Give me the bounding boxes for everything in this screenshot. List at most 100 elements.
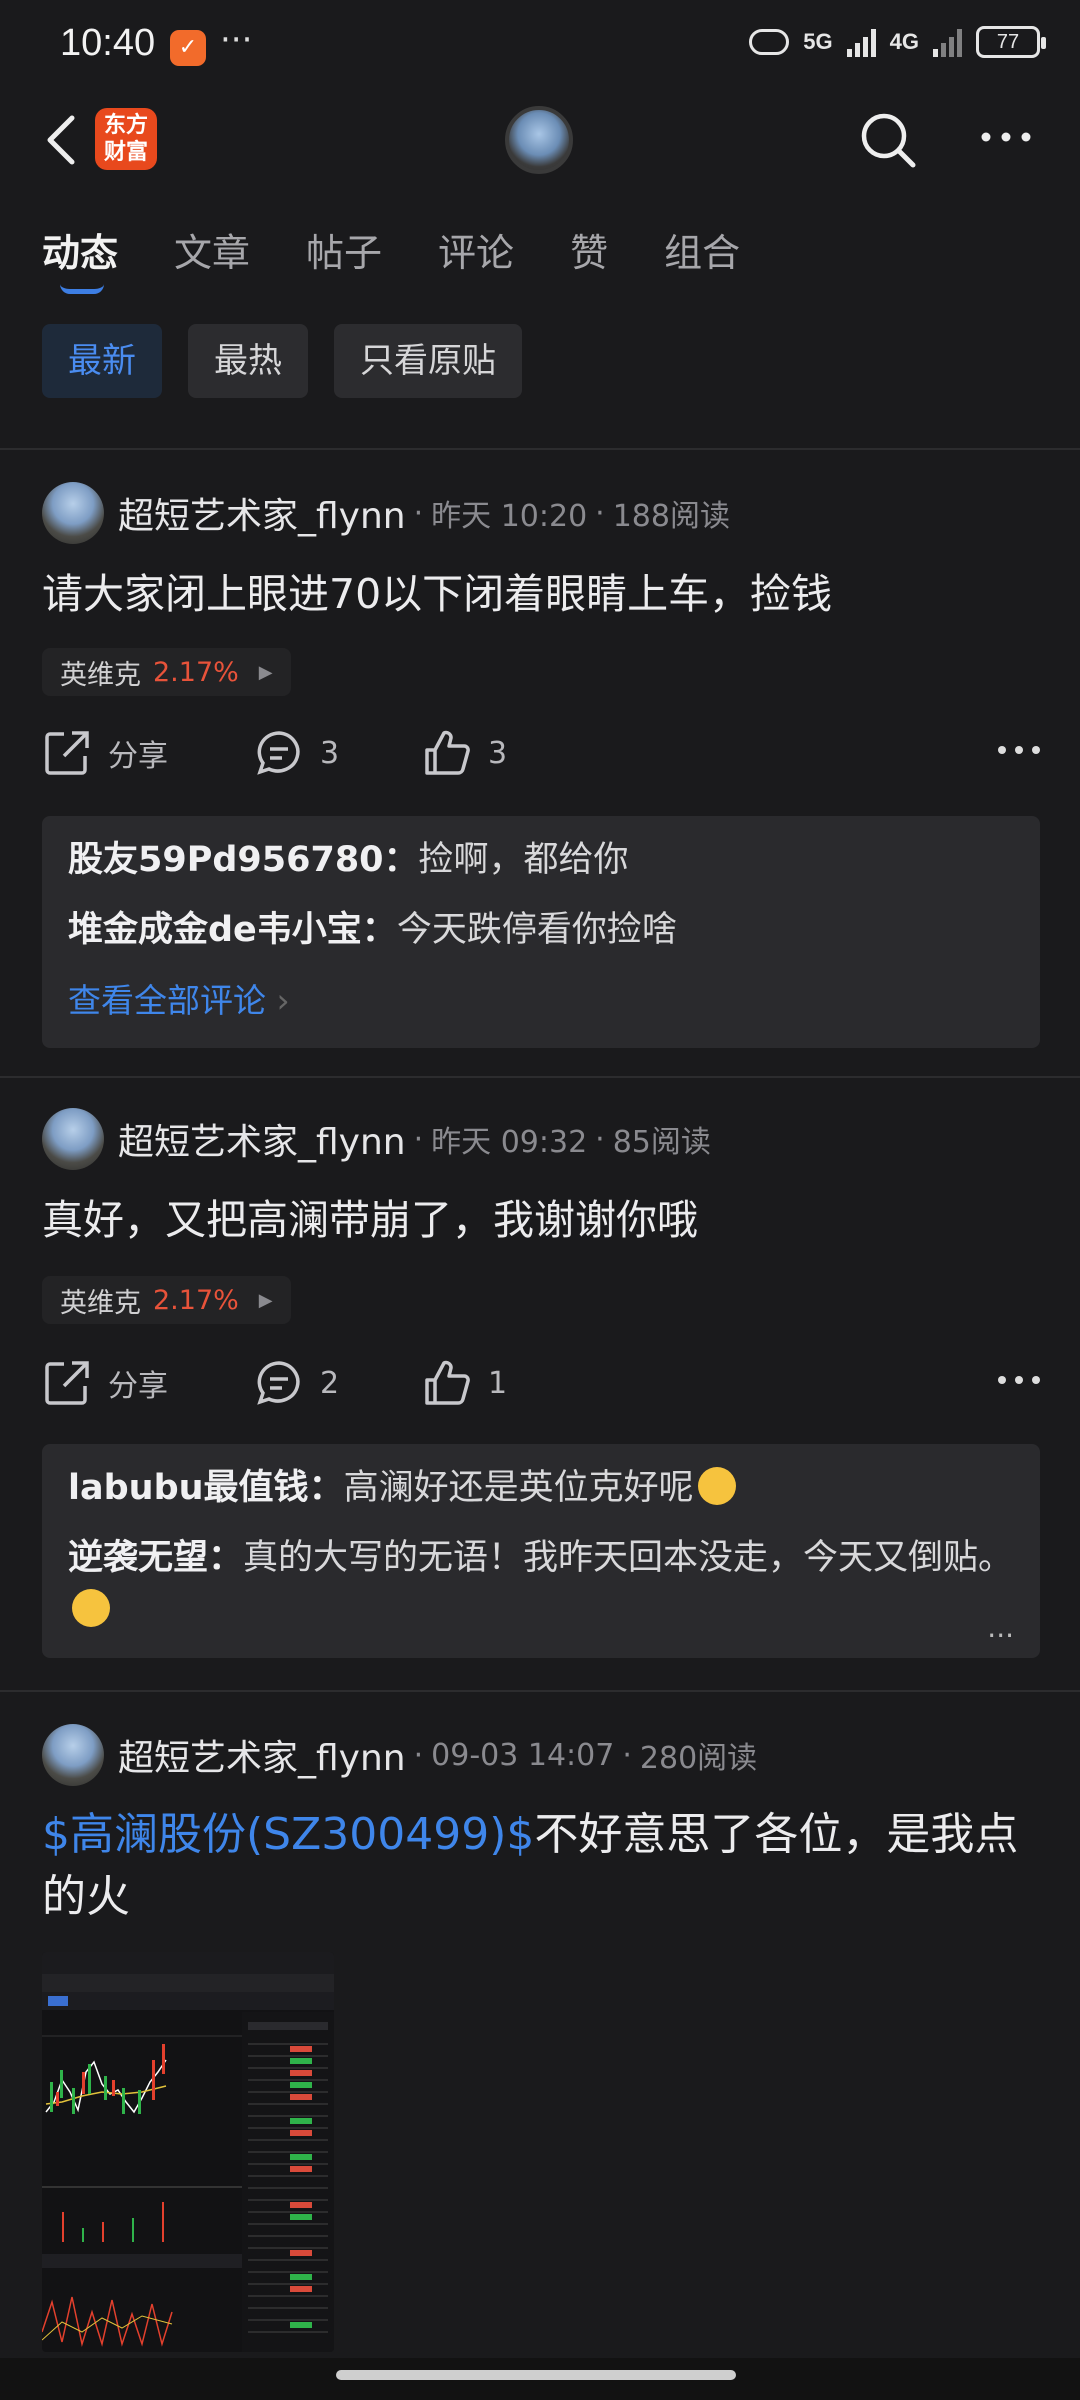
like-count: 1 (488, 1365, 508, 1401)
comment-user[interactable]: 堆金成金de韦小宝 (68, 910, 362, 950)
search-icon[interactable] (858, 110, 918, 170)
post-text[interactable]: $高澜股份(SZ300499)$不好意思了各位，是我点的火 (42, 1804, 1042, 1928)
post-image-stock-chart[interactable] (42, 1952, 334, 2352)
filter-chips: 最新 最热 只看原贴 (42, 324, 522, 398)
comment-button[interactable]: 3 (254, 728, 339, 778)
avatar[interactable] (42, 1108, 104, 1170)
home-indicator[interactable] (336, 2370, 736, 2380)
divider (0, 1690, 1080, 1692)
more-icon[interactable] (978, 122, 1034, 152)
notification-app-icon: ✓ (170, 30, 206, 66)
post-card[interactable]: 超短艺术家_flynn · 昨天 09:32 · 85阅读 真好，又把高澜带崩了… (0, 1108, 1080, 1688)
author-name[interactable]: 超短艺术家_flynn (118, 1729, 406, 1781)
comment-item: 股友59Pd956780：捡啊，都给你 (68, 840, 629, 880)
link-icon (749, 29, 790, 55)
comment-preview[interactable]: labubu最值钱：高澜好还是英位克好呢 逆袭无望：真的大写的无语！我昨天回本没… (42, 1444, 1040, 1658)
avatar[interactable] (42, 482, 104, 544)
comment-preview[interactable]: 股友59Pd956780：捡啊，都给你 堆金成金de韦小宝：今天跌停看你捡啥 查… (42, 816, 1040, 1048)
comment-user[interactable]: labubu最值钱 (68, 1468, 309, 1508)
like-button[interactable]: 1 (422, 1358, 507, 1408)
status-time: 10:40 (60, 22, 156, 64)
filter-latest[interactable]: 最新 (42, 324, 162, 398)
network-5g-label: 5G (803, 29, 833, 54)
top-nav: 东方财富 (0, 92, 1080, 188)
stock-name: 英维克 (60, 659, 141, 691)
tab-likes[interactable]: 赞 (570, 222, 608, 277)
share-icon (45, 1361, 89, 1405)
app-logo[interactable]: 东方财富 (95, 108, 157, 170)
comment-user[interactable]: 股友59Pd956780 (68, 840, 384, 880)
divider (0, 448, 1080, 450)
chart-screenshot-thumbnail (42, 1952, 334, 2352)
divider (0, 1076, 1080, 1078)
status-bar: 10:40 ✓ ··· 5G 4G 77 (0, 0, 1080, 92)
profile-avatar[interactable] (505, 106, 573, 174)
post-time: 09-03 14:07 (431, 1737, 615, 1773)
comment-count: 2 (320, 1365, 340, 1401)
tab-posts[interactable]: 帖子 (306, 222, 382, 277)
signal-icon-2 (933, 27, 962, 57)
play-arrow-icon: ▶ (258, 661, 273, 683)
emoji-icon (72, 1589, 110, 1627)
comment-user[interactable]: 逆袭无望 (68, 1538, 208, 1578)
read-count: 188阅读 (612, 499, 730, 534)
post-more-icon[interactable] (996, 1370, 1042, 1390)
comment-button[interactable]: 2 (254, 1358, 339, 1408)
avatar[interactable] (42, 1724, 104, 1786)
comment-icon (257, 1361, 300, 1405)
share-icon (45, 731, 89, 775)
post-actions: 分享 2 1 (42, 1358, 1042, 1418)
comment-item: 逆袭无望：真的大写的无语！我昨天回本没走，今天又倒贴。 (68, 1532, 1014, 1636)
filter-original-only[interactable]: 只看原贴 (334, 324, 522, 398)
stock-hashtag-link[interactable]: $高澜股份(SZ300499)$ (42, 1809, 534, 1860)
read-count: 85阅读 (612, 1125, 711, 1160)
profile-tabs: 动态 文章 帖子 评论 赞 组合 (42, 222, 796, 294)
post-card[interactable]: 超短艺术家_flynn · 09-03 14:07 · 280阅读 $高澜股份(… (0, 1724, 1080, 2364)
filter-hottest[interactable]: 最热 (188, 324, 308, 398)
chevron-right-icon: › (276, 981, 290, 1020)
share-button[interactable]: 分享 (42, 1358, 168, 1408)
post-actions: 分享 3 3 (42, 728, 1042, 788)
read-count: 280阅读 (639, 1741, 758, 1776)
post-text[interactable]: 真好，又把高澜带崩了，我谢谢你哦 (42, 1190, 1042, 1250)
active-tab-indicator (60, 284, 104, 294)
comment-icon (257, 731, 300, 775)
post-time: 昨天 09:32 (431, 1125, 588, 1160)
comment-item: 堆金成金de韦小宝：今天跌停看你捡啥 (68, 910, 677, 950)
see-all-comments-link[interactable]: 查看全部评论 › (68, 974, 1014, 1022)
stock-tag[interactable]: 英维克 2.17% ▶ (42, 648, 291, 696)
comment-text: 高澜好还是英位克好呢 (343, 1468, 694, 1508)
share-button[interactable]: 分享 (42, 728, 168, 778)
tab-dynamic[interactable]: 动态 (42, 222, 118, 277)
post-header: 超短艺术家_flynn · 昨天 10:20 · 188阅读 (42, 482, 730, 544)
thumbs-up-icon (425, 730, 470, 775)
emoji-icon (697, 1467, 736, 1505)
tab-portfolio[interactable]: 组合 (664, 222, 740, 277)
like-count: 3 (488, 735, 508, 771)
like-button[interactable]: 3 (422, 728, 507, 778)
post-card[interactable]: 超短艺术家_flynn · 昨天 10:20 · 188阅读 请大家闭上眼进70… (0, 482, 1080, 1078)
thumbs-up-icon (425, 1360, 470, 1405)
comment-more-indicator[interactable]: ... (987, 1611, 1014, 1644)
author-name[interactable]: 超短艺术家_flynn (118, 487, 406, 539)
share-label: 分享 (108, 739, 168, 774)
post-header: 超短艺术家_flynn · 09-03 14:07 · 280阅读 (42, 1724, 757, 1786)
author-name[interactable]: 超短艺术家_flynn (118, 1113, 406, 1165)
stock-change: 2.17% (153, 1284, 239, 1316)
back-icon[interactable] (40, 114, 84, 166)
network-4g-label: 4G (889, 29, 919, 54)
post-time: 昨天 10:20 (431, 499, 588, 534)
post-more-icon[interactable] (996, 740, 1042, 760)
play-arrow-icon: ▶ (258, 1289, 273, 1311)
comment-text: 真的大写的无语！我昨天回本没走，今天又倒贴。 (243, 1538, 1014, 1578)
more-notifications-icon: ··· (220, 20, 253, 60)
post-text[interactable]: 请大家闭上眼进70以下闭着眼睛上车，捡钱 (42, 564, 1042, 624)
comment-count: 3 (320, 735, 340, 771)
tab-articles[interactable]: 文章 (174, 222, 250, 277)
stock-tag[interactable]: 英维克 2.17% ▶ (42, 1276, 291, 1324)
battery-icon: 77 (976, 26, 1046, 58)
stock-change: 2.17% (153, 656, 239, 688)
status-indicators: 5G 4G 77 (749, 26, 1046, 58)
stock-name: 英维克 (60, 1287, 141, 1319)
tab-comments[interactable]: 评论 (438, 222, 514, 277)
